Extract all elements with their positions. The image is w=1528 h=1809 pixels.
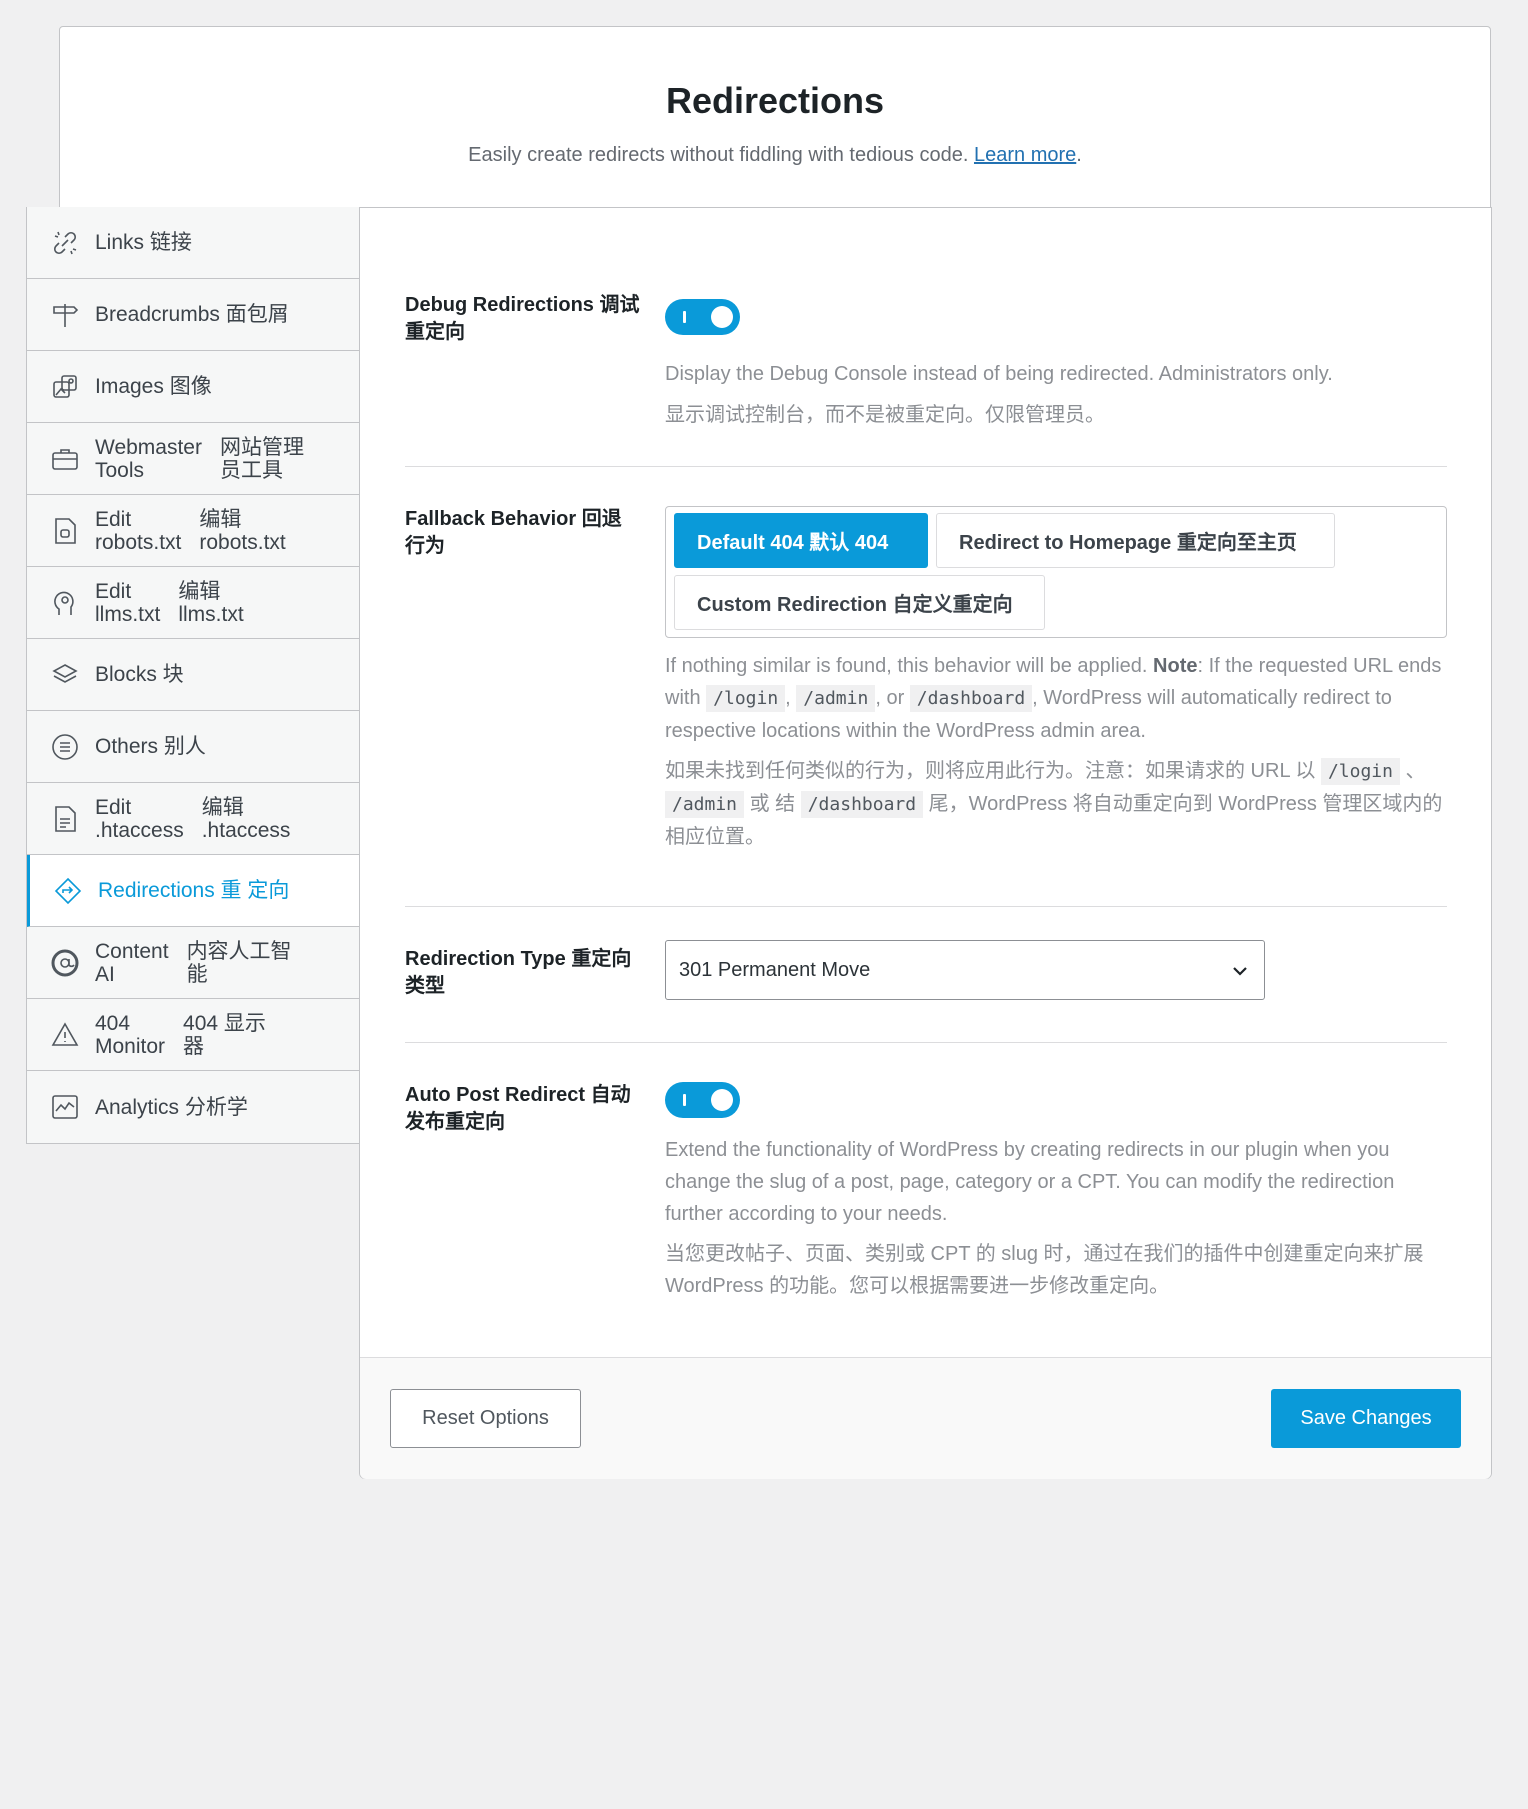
fallback-option-custom-redirection[interactable]: Custom Redirection 自定义重定向	[674, 575, 1045, 630]
sidebar-item-label-zh: 编辑 llms.txt	[178, 579, 244, 626]
sidebar-item-label: Breadcrumbs 面包屑	[95, 303, 289, 326]
sidebar-item-label: Links 链接	[95, 231, 192, 254]
fallback-description-en: If nothing similar is found, this behavi…	[665, 650, 1447, 747]
sidebar-item-label: Others 别人	[95, 735, 206, 758]
others-icon	[49, 731, 81, 763]
auto-post-description-en: Extend the functionality of WordPress by…	[665, 1139, 1395, 1225]
divider	[405, 466, 1447, 467]
debug-redirections-toggle[interactable]	[665, 299, 740, 335]
llms-icon	[49, 587, 81, 619]
robots-file-icon	[49, 515, 81, 547]
learn-more-link[interactable]: Learn more	[974, 144, 1076, 166]
sidebar-item-webmaster-tools[interactable]: Webmaster Tools 网站管理 员工具	[27, 423, 359, 495]
sidebar-item-label-en: Content AI	[95, 939, 169, 986]
sidebar-item-label-en: Edit llms.txt	[95, 579, 161, 626]
sidebar-item-label: Analytics 分析学	[95, 1095, 248, 1119]
auto-post-redirect-label: Auto Post Redirect 自动发布重定向	[405, 1084, 631, 1133]
links-icon	[49, 227, 81, 259]
fallback-behavior-label: Fallback Behavior 回退行为	[405, 508, 622, 557]
fallback-desc-or: , or	[875, 687, 905, 709]
subtitle-period: .	[1076, 144, 1082, 166]
redirection-type-label: Redirection Type 重定向类型	[405, 948, 632, 997]
sidebar-item-label-en: 404 Monitor	[95, 1011, 166, 1058]
sidebar-item-label: Blocks 块	[95, 663, 184, 686]
toggle-on-mark	[683, 311, 686, 323]
divider	[405, 1042, 1447, 1043]
redirection-type-value: 301 Permanent Move	[679, 958, 871, 981]
sidebar-item-content-ai[interactable]: Content AI 内容人工智 能	[27, 927, 359, 999]
fallback-option-group: Default 404 默认 404 Redirect to Homepage …	[665, 506, 1447, 638]
sidebar-item-label-en: Edit .htaccess	[95, 795, 184, 842]
sidebar-item-edit-robots[interactable]: Edit robots.txt 编辑 robots.txt	[27, 495, 359, 567]
sidebar-item-label-zh: 内容人工智 能	[186, 939, 292, 986]
code-dashboard: /dashboard	[909, 685, 1033, 712]
toggle-on-mark	[683, 1094, 686, 1106]
sidebar-item-breadcrumbs[interactable]: Breadcrumbs 面包屑	[27, 279, 359, 351]
content-ai-icon	[49, 947, 81, 979]
subtitle-text: Easily create redirects without fiddling…	[468, 144, 969, 166]
sidebar-item-label-en: Webmaster Tools	[95, 435, 202, 482]
sidebar-item-edit-htaccess[interactable]: Edit .htaccess 编辑 .htaccess	[27, 783, 359, 855]
auto-post-description-zh: 当您更改帖子、页面、类别或 CPT 的 slug 时，通过在我们的插件中创建重定…	[665, 1243, 1424, 1297]
page-subtitle: Easily create redirects without fiddling…	[60, 144, 1490, 167]
debug-redirections-label: Debug Redirections 调试重定向	[405, 294, 640, 343]
sidebar-item-label: Redirections 重 定向	[98, 879, 290, 902]
divider	[405, 906, 1447, 907]
blocks-icon	[49, 659, 81, 691]
sidebar-item-images[interactable]: Images 图像	[27, 351, 359, 423]
redirection-type-select[interactable]: 301 Permanent Move	[665, 940, 1265, 1000]
debug-description-zh: 显示调试控制台，而不是被重定向。仅限管理员。	[665, 404, 1105, 426]
code-login: /login	[1320, 758, 1400, 785]
redirections-icon	[52, 875, 84, 907]
sidebar-item-label-zh: 编辑 .htaccess	[201, 795, 291, 842]
code-admin: /admin	[665, 791, 745, 818]
fallback-desc-zh-part: 、	[1405, 760, 1426, 782]
fallback-option-default-404[interactable]: Default 404 默认 404	[674, 513, 928, 568]
code-admin: /admin	[796, 685, 876, 712]
warning-icon	[49, 1019, 81, 1051]
sidebar-item-label-en: Edit robots.txt	[95, 507, 182, 554]
breadcrumbs-icon	[49, 299, 81, 331]
analytics-icon	[49, 1091, 81, 1123]
auto-post-redirect-toggle[interactable]	[665, 1082, 740, 1118]
sidebar-item-404-monitor[interactable]: 404 Monitor 404 显示 器	[27, 999, 359, 1071]
images-icon	[49, 371, 81, 403]
sidebar-item-label-zh: 404 显示 器	[183, 1011, 266, 1058]
fallback-desc-zh-part: 或 结	[749, 793, 796, 815]
sidebar-item-analytics[interactable]: Analytics 分析学	[27, 1071, 359, 1143]
page-header: Redirections Easily create redirects wit…	[59, 26, 1491, 208]
code-dashboard: /dashboard	[800, 791, 924, 818]
fallback-desc-zh-part: 如果未找到任何类似的行为，则将应用此行为。注意：如果请求的 URL 以	[665, 760, 1316, 782]
toggle-knob	[711, 306, 733, 328]
debug-description-en: Display the Debug Console instead of bei…	[665, 363, 1333, 385]
sidebar-item-redirections[interactable]: Redirections 重 定向	[27, 855, 360, 927]
sidebar-item-links[interactable]: Links 链接	[27, 207, 359, 279]
fallback-description-zh: 如果未找到任何类似的行为，则将应用此行为。注意：如果请求的 URL 以 /log…	[665, 755, 1447, 853]
sidebar-item-label-zh: 编辑 robots.txt	[199, 507, 286, 554]
note-label: Note	[1153, 655, 1198, 677]
sidebar-item-label: Images 图像	[95, 375, 212, 398]
htaccess-file-icon	[49, 803, 81, 835]
settings-panel: Debug Redirections 调试重定向 Display the Deb…	[359, 207, 1492, 1479]
reset-options-button[interactable]: Reset Options	[390, 1389, 581, 1448]
fallback-desc-comma: ,	[785, 687, 791, 709]
fallback-desc-part: If nothing similar is found, this behavi…	[665, 655, 1148, 677]
sidebar-item-edit-llms[interactable]: Edit llms.txt 编辑 llms.txt	[27, 567, 359, 639]
sidebar-item-blocks[interactable]: Blocks 块	[27, 639, 359, 711]
page-title: Redirections	[665, 80, 885, 121]
briefcase-icon	[49, 443, 81, 475]
save-changes-button[interactable]: Save Changes	[1271, 1389, 1461, 1448]
toggle-knob	[711, 1089, 733, 1111]
code-login: /login	[706, 685, 786, 712]
fallback-option-redirect-homepage[interactable]: Redirect to Homepage 重定向至主页	[936, 513, 1335, 568]
sidebar-item-others[interactable]: Others 别人	[27, 711, 359, 783]
sidebar-item-label-zh: 网站管理 员工具	[219, 435, 304, 482]
sidebar: Links 链接 Breadcrumbs 面包屑 Images 图像 Webma…	[26, 207, 360, 1144]
chevron-down-icon	[1233, 967, 1247, 976]
settings-footer: Reset Options Save Changes	[360, 1357, 1491, 1479]
